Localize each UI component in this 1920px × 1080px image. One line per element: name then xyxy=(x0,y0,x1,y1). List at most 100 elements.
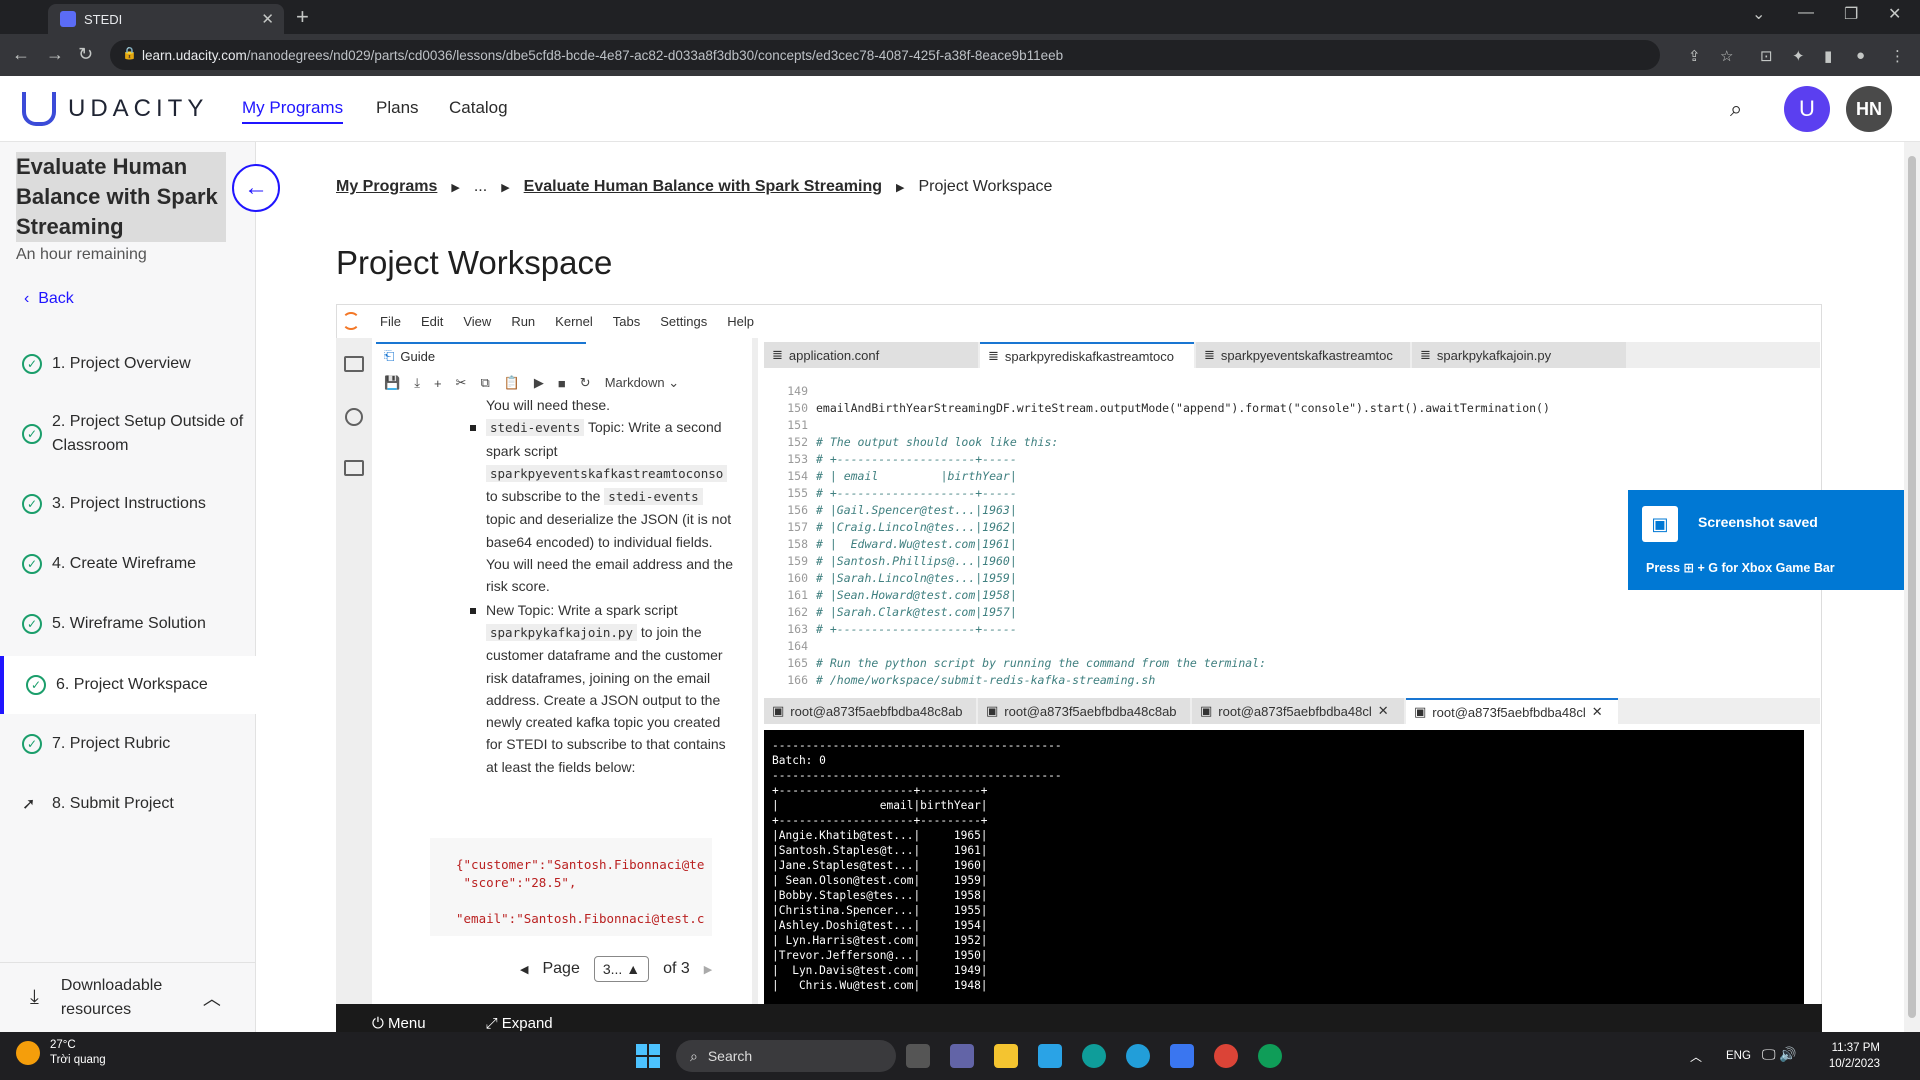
menu-settings[interactable]: Settings xyxy=(660,314,707,329)
jupyter-menubar: File Edit View Run Kernel Tabs Settings … xyxy=(336,304,1822,338)
breadcrumb-my-programs[interactable]: My Programs xyxy=(336,178,437,196)
extensions-icon[interactable]: ✦ xyxy=(1792,47,1805,65)
page-select[interactable]: 3... ▲ xyxy=(593,956,650,982)
side-panel-icon[interactable]: ▮ xyxy=(1824,47,1832,65)
line-number: 153 xyxy=(787,452,808,466)
mail-icon[interactable] xyxy=(1038,1044,1062,1068)
browser-tab[interactable]: STEDI ✕ xyxy=(48,4,284,34)
minimize-icon[interactable]: — xyxy=(1798,4,1814,22)
translate-extension-icon[interactable]: ⊡ xyxy=(1760,47,1773,65)
nav-plans[interactable]: Plans xyxy=(376,98,419,118)
taskbar-search[interactable]: ⌕ Search xyxy=(676,1040,896,1072)
windows-start-icon[interactable] xyxy=(636,1044,660,1068)
folder-icon[interactable] xyxy=(344,356,364,372)
run-icon[interactable]: ▶ xyxy=(534,375,544,391)
input-language[interactable]: ENG xyxy=(1726,1050,1751,1062)
nav-catalog[interactable]: Catalog xyxy=(449,98,508,118)
tab-terminal-1[interactable]: ▣ root@a873f5aebfbdba48c8ab xyxy=(764,698,976,724)
store-icon[interactable] xyxy=(1170,1044,1194,1068)
tray-chevron-up-icon[interactable]: ︿ xyxy=(1690,1048,1702,1065)
sidebar-item-submit-project[interactable]: ➚ 8. Submit Project xyxy=(0,776,256,832)
downloadable-resources-toggle[interactable]: ⤓ Downloadable resources ︿ xyxy=(0,962,256,1032)
sidebar-item-project-instructions[interactable]: ✓ 3. Project Instructions xyxy=(0,476,256,532)
close-window-icon[interactable]: ✕ xyxy=(1888,4,1901,24)
guide-text: to join the customer dataframe and the c… xyxy=(486,623,726,775)
download-icon[interactable]: ⤓ xyxy=(414,375,420,391)
chrome-icon[interactable] xyxy=(1214,1044,1238,1068)
tab-search-icon[interactable]: ⌄ xyxy=(1752,4,1765,24)
tab-application-conf[interactable]: ≣ application.conf xyxy=(764,342,978,368)
sidebar-item-project-overview[interactable]: ✓ 1. Project Overview xyxy=(0,336,256,392)
sidebar-item-project-rubric[interactable]: ✓ 7. Project Rubric xyxy=(0,716,256,772)
add-cell-icon[interactable]: + xyxy=(434,376,442,391)
nav-my-programs[interactable]: My Programs xyxy=(242,98,344,124)
tab-sparkpykafkajoin[interactable]: ≣ sparkpykafkajoin.py xyxy=(1412,342,1626,368)
edge-icon[interactable] xyxy=(1082,1044,1106,1068)
collapse-sidebar-button[interactable]: ← xyxy=(232,164,280,212)
open-tabs-icon[interactable] xyxy=(344,460,364,476)
user-avatar[interactable]: HN xyxy=(1846,86,1892,132)
sidebar-item-project-setup[interactable]: ✓ 2. Project Setup Outside of Classroom xyxy=(0,396,256,472)
url-field[interactable]: 🔒 learn.udacity.com/nanodegrees/nd029/pa… xyxy=(110,40,1660,70)
menu-edit[interactable]: Edit xyxy=(421,314,443,329)
breadcrumb-course[interactable]: Evaluate Human Balance with Spark Stream… xyxy=(524,178,882,196)
network-volume-icon[interactable]: 🖵 🔊 xyxy=(1762,1046,1797,1063)
taskbar-clock[interactable]: 11:37 PM 10/2/2023 xyxy=(1810,1040,1880,1072)
cell-type-select[interactable]: Markdown ⌄ xyxy=(605,375,679,391)
close-tab-icon[interactable]: ✕ xyxy=(1378,703,1389,719)
weather-widget[interactable]: 27°C Trời quang xyxy=(16,1038,106,1068)
screenshot-toast[interactable]: ▣ Screenshot saved Press ⊞ + G for Xbox … xyxy=(1628,490,1904,590)
udacity-assistant-icon[interactable]: U xyxy=(1784,86,1830,132)
bookmark-star-icon[interactable]: ☆ xyxy=(1720,47,1733,65)
back-icon[interactable]: ← xyxy=(12,44,30,65)
tab-terminal-2[interactable]: ▣ root@a873f5aebfbdba48c8ab xyxy=(978,698,1190,724)
running-kernels-icon[interactable] xyxy=(345,408,363,426)
reload-icon[interactable]: ↻ xyxy=(78,44,93,65)
paste-icon[interactable]: 📋 xyxy=(504,375,520,391)
sidebar-item-create-wireframe[interactable]: ✓ 4. Create Wireframe xyxy=(0,536,256,592)
terminal-icon: ▣ xyxy=(1200,703,1213,718)
page-scrollbar[interactable] xyxy=(1904,142,1920,1032)
restore-icon[interactable]: ❐ xyxy=(1844,4,1858,24)
copy-icon[interactable]: ⧉ xyxy=(480,375,489,391)
expand-button[interactable]: ⤢ Expand xyxy=(486,1015,553,1032)
next-page-icon[interactable]: ▶ xyxy=(704,963,712,976)
menu-file[interactable]: File xyxy=(380,314,401,329)
menu-tabs[interactable]: Tabs xyxy=(613,314,640,329)
teams-icon[interactable] xyxy=(950,1044,974,1068)
close-tab-icon[interactable]: ✕ xyxy=(261,10,274,28)
menu-help[interactable]: Help xyxy=(727,314,754,329)
profile-icon[interactable]: ● xyxy=(1856,47,1865,64)
share-icon[interactable]: ⇪ xyxy=(1688,47,1701,65)
chrome-profile-icon[interactable] xyxy=(1258,1044,1282,1068)
new-tab-icon[interactable]: + xyxy=(296,4,309,30)
tab-sparkpyrediskafka[interactable]: ≣ sparkpyrediskafkastreamtoco xyxy=(980,342,1194,368)
scrollbar-thumb[interactable] xyxy=(1908,156,1916,1018)
save-icon[interactable]: 💾 xyxy=(384,375,400,391)
browser-menu-icon[interactable]: ⋮ xyxy=(1890,47,1905,65)
task-view-icon[interactable] xyxy=(906,1044,930,1068)
search-icon[interactable]: ⌕ xyxy=(1730,96,1742,122)
terminal-output[interactable]: ----------------------------------------… xyxy=(764,730,1804,1004)
udacity-logo[interactable]: UDACITY xyxy=(22,92,208,126)
menu-button[interactable]: ⏻ Menu xyxy=(372,1015,426,1032)
menu-kernel[interactable]: Kernel xyxy=(555,314,593,329)
stop-icon[interactable]: ■ xyxy=(558,376,566,391)
prev-page-icon[interactable]: ◀ xyxy=(520,963,528,976)
forward-icon[interactable]: → xyxy=(46,44,64,65)
guide-tab[interactable]: ⎗ Guide xyxy=(376,342,586,368)
back-link[interactable]: ‹ Back xyxy=(24,290,74,308)
close-tab-icon[interactable]: ✕ xyxy=(1592,704,1603,720)
tab-terminal-4[interactable]: ▣ root@a873f5aebfbdba48cl ✕ xyxy=(1406,698,1618,724)
restart-icon[interactable]: ↻ xyxy=(580,375,591,391)
tab-terminal-3[interactable]: ▣ root@a873f5aebfbdba48cl ✕ xyxy=(1192,698,1404,724)
file-explorer-icon[interactable] xyxy=(994,1044,1018,1068)
menu-view[interactable]: View xyxy=(463,314,491,329)
sidebar-item-project-workspace[interactable]: ✓ 6. Project Workspace xyxy=(0,656,256,714)
sidebar-item-wireframe-solution[interactable]: ✓ 5. Wireframe Solution xyxy=(0,596,256,652)
telegram-icon[interactable] xyxy=(1126,1044,1150,1068)
breadcrumb-ellipsis[interactable]: ... xyxy=(474,178,487,196)
cut-icon[interactable]: ✂ xyxy=(456,375,467,391)
tab-sparkpyeventskafka[interactable]: ≣ sparkpyeventskafkastreamtoc xyxy=(1196,342,1410,368)
menu-run[interactable]: Run xyxy=(511,314,535,329)
